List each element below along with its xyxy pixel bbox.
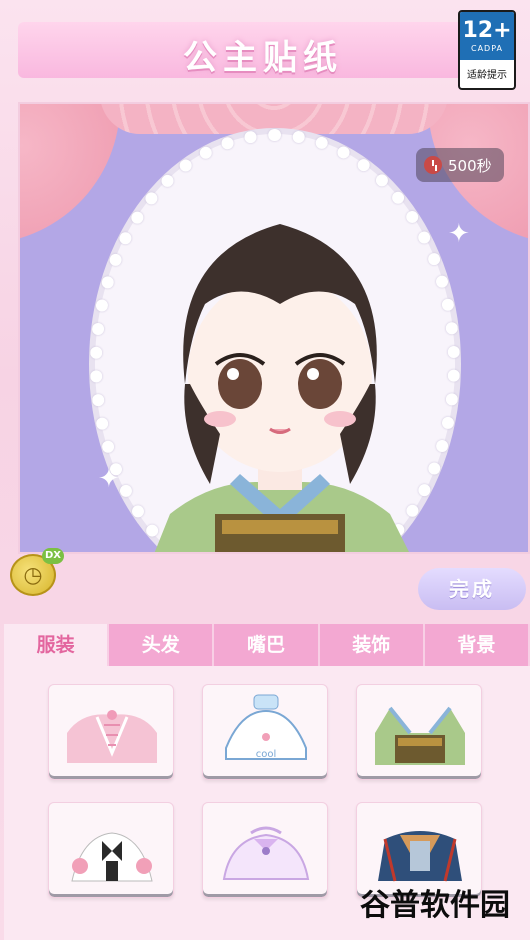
lilac-blouse-icon <box>222 826 310 880</box>
timer-value: 500秒 <box>448 156 492 175</box>
sparkle-icon: ✦ <box>448 219 470 249</box>
age-rating-label: 12+ <box>462 17 512 43</box>
avatar-character <box>154 224 409 552</box>
age-rating-badge: 12+ CADPA 适龄提示 <box>458 10 516 90</box>
age-rating-org: CADPA <box>470 43 503 53</box>
item-maid-outfit[interactable] <box>48 802 174 898</box>
age-rating-tip: 适龄提示 <box>467 70 507 81</box>
blush-right <box>324 411 356 427</box>
tab-hair[interactable]: 头发 <box>109 624 215 666</box>
watermark-text: 谷普软件园 <box>360 888 510 923</box>
maid-outfit-icon <box>71 832 153 882</box>
countdown-timer: 500秒 <box>416 148 504 182</box>
cool-top-icon: cool <box>225 694 307 760</box>
tab-mouth[interactable]: 嘴巴 <box>214 624 320 666</box>
page-title: 公主贴纸 <box>183 38 343 78</box>
sparkle-icon: ✦ <box>98 464 120 494</box>
item-pink-corset-outfit[interactable] <box>48 684 174 780</box>
pink-corset-icon <box>67 710 157 763</box>
coin-bonus-button[interactable]: ◷ DX <box>8 548 64 598</box>
dressup-stage: ✦ ✦ 500秒 <box>18 102 530 554</box>
outfit-belt-trim <box>222 520 338 534</box>
tab-accessories[interactable]: 装饰 <box>319 624 425 666</box>
avatar-eye-left <box>218 359 262 409</box>
avatar-mouth <box>269 427 291 434</box>
tab-clothing[interactable]: 服装 <box>4 624 110 666</box>
blush-left <box>204 411 236 427</box>
age-rating-top: 12+ CADPA <box>460 12 514 60</box>
item-lilac-blouse-outfit[interactable] <box>202 802 328 898</box>
header-banner: 公主贴纸 <box>18 22 508 78</box>
watermark: 谷普软件园 <box>360 880 510 924</box>
avatar-eye-right <box>298 359 342 409</box>
green-hanfu-icon <box>375 706 465 765</box>
cool-text: cool <box>256 749 277 760</box>
category-tabs: 服装 头发 嘴巴 装饰 背景 <box>4 624 530 666</box>
eye-highlight <box>227 368 239 380</box>
done-button[interactable]: 完成 <box>418 568 526 610</box>
coin-badge: DX <box>42 548 64 564</box>
eye-highlight <box>307 368 319 380</box>
clock-icon <box>424 156 442 174</box>
item-green-hanfu-outfit[interactable] <box>356 684 482 780</box>
blue-armor-icon <box>378 831 462 882</box>
item-cool-top-outfit[interactable]: cool <box>202 684 328 780</box>
tab-background[interactable]: 背景 <box>424 624 530 666</box>
curtain-left <box>20 104 120 244</box>
